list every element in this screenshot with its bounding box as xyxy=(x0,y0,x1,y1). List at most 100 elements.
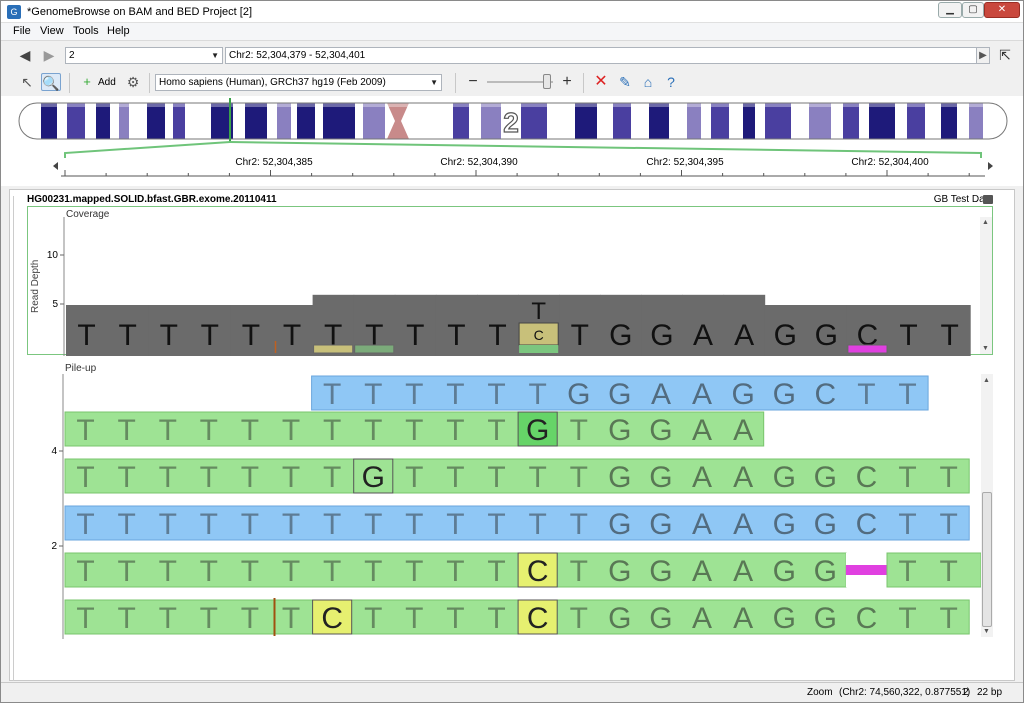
read-base: T xyxy=(241,555,259,588)
toolbar-separator xyxy=(455,73,456,93)
zoom-tool-icon[interactable]: 🔍 xyxy=(41,73,61,91)
read-base: G xyxy=(608,602,631,635)
scroll-left-icon[interactable] xyxy=(53,162,58,170)
read-base: T xyxy=(898,602,916,635)
coverage-base: T xyxy=(447,319,465,352)
home-icon[interactable]: ⌂ xyxy=(638,73,658,91)
back-arrow-icon[interactable]: ◀ xyxy=(15,46,35,64)
read-base: A xyxy=(692,602,712,635)
go-icon[interactable]: ▶ xyxy=(976,47,990,64)
maximize-button[interactable]: ▢ xyxy=(962,2,984,18)
forward-arrow-icon[interactable]: ▶ xyxy=(39,46,59,64)
read-base: T xyxy=(282,555,300,588)
coverage-base: T xyxy=(118,319,136,352)
band xyxy=(481,103,501,139)
zoom-slider-handle[interactable] xyxy=(543,74,551,89)
read-base: T xyxy=(117,508,135,541)
read-base: G xyxy=(773,378,796,411)
read-base: A xyxy=(651,378,671,411)
read-base: A xyxy=(733,602,753,635)
band xyxy=(119,103,129,139)
read-base: T xyxy=(364,414,382,447)
read-base: T xyxy=(200,602,218,635)
export-icon[interactable]: ⇱ xyxy=(995,46,1015,64)
read-base: T xyxy=(282,414,300,447)
pointer-icon[interactable]: ↖ xyxy=(17,73,37,91)
read-base: T xyxy=(487,378,505,411)
variant-bar xyxy=(519,345,559,353)
band xyxy=(453,103,469,139)
band xyxy=(323,103,355,139)
read-base: G xyxy=(814,508,837,541)
read-base: T xyxy=(159,602,177,635)
scroll-down-icon[interactable]: ▼ xyxy=(982,345,989,352)
y-tick-label: 5 xyxy=(52,299,58,310)
scroll-right-icon[interactable] xyxy=(988,162,993,170)
read-base: T xyxy=(446,508,464,541)
menu-tools[interactable]: Tools xyxy=(73,25,99,37)
read-base: T xyxy=(487,508,505,541)
scroll-down-icon[interactable]: ▼ xyxy=(983,628,990,635)
scroll-up-icon[interactable]: ▲ xyxy=(983,377,990,384)
read-base: T xyxy=(117,414,135,447)
coverage-chart[interactable]: 10 5 T T T T T T T T T T T T G G A A G G C T TTC xyxy=(28,207,994,356)
delete-icon[interactable]: ✕ xyxy=(591,73,611,91)
read-base: G xyxy=(773,461,796,494)
zoom-in-button[interactable]: + xyxy=(557,73,577,91)
genome-select[interactable]: Homo sapiens (Human), GRCh37 hg19 (Feb 2… xyxy=(155,74,442,91)
read-base: T xyxy=(487,461,505,494)
read-base: G xyxy=(814,555,837,588)
zoom-bracket-right xyxy=(229,141,982,158)
read-base: T xyxy=(528,378,546,411)
menu-view[interactable]: View xyxy=(40,25,64,37)
pileup-chart[interactable]: 4 2 T T T T T T G G A A G G C T TT T T T T T T T T T T G T G G A AT T T T… xyxy=(27,374,993,639)
read-base: T xyxy=(487,555,505,588)
ideogram-svg[interactable]: 2 Chr2: 52,304,385 Chr2: 52,304,390 Chr2… xyxy=(1,96,1023,186)
location-input[interactable]: Chr2: 52,304,379 - 52,304,401 xyxy=(225,47,977,64)
read-base: A xyxy=(733,508,753,541)
band xyxy=(575,103,597,139)
coverage-base: T xyxy=(242,319,260,352)
band xyxy=(67,103,85,139)
read-base: T xyxy=(446,555,464,588)
read-base: T xyxy=(323,508,341,541)
variant-bar xyxy=(313,344,354,354)
pileup-scrollbar[interactable]: ▲ ▼ xyxy=(981,374,993,637)
read-base: G xyxy=(773,555,796,588)
coverage-scrollbar[interactable]: ▲ ▼ xyxy=(980,217,992,354)
read-base: T xyxy=(939,602,957,635)
band xyxy=(809,103,831,139)
zoom-out-button[interactable]: − xyxy=(463,73,483,91)
minimize-button[interactable]: ▁ xyxy=(938,2,962,18)
add-label[interactable]: Add xyxy=(98,77,116,88)
edit-note-icon[interactable]: ✎ xyxy=(615,73,635,91)
coverage-base: T xyxy=(201,319,219,352)
folder-icon[interactable] xyxy=(983,195,993,204)
read-base: T xyxy=(898,508,916,541)
close-button[interactable]: ✕ xyxy=(984,2,1020,18)
band xyxy=(41,103,57,139)
ruler-tick-label: Chr2: 52,304,395 xyxy=(646,157,724,168)
title-bar: G *GenomeBrowse on BAM and BED Project [… xyxy=(1,1,1023,23)
help-icon[interactable]: ? xyxy=(661,73,681,91)
read-base: A xyxy=(692,508,712,541)
chromosome-select[interactable]: 2 ▼ xyxy=(65,47,223,64)
ideogram-panel: 2 Chr2: 52,304,385 Chr2: 52,304,390 Chr2… xyxy=(1,96,1023,186)
gear-icon[interactable]: ⚙ xyxy=(123,73,143,91)
add-icon[interactable]: + xyxy=(77,73,97,91)
read-base: T xyxy=(939,555,957,588)
menu-file[interactable]: File xyxy=(13,25,31,37)
read-base: T xyxy=(159,555,177,588)
read-base: T xyxy=(117,461,135,494)
band xyxy=(173,103,185,139)
read-base: T xyxy=(364,602,382,635)
scroll-thumb[interactable] xyxy=(982,492,992,627)
insertion-mark[interactable] xyxy=(845,565,887,575)
coverage-base: G xyxy=(609,319,632,352)
read-base: T xyxy=(364,508,382,541)
band xyxy=(613,103,631,139)
coverage-base: T xyxy=(406,319,424,352)
menu-help[interactable]: Help xyxy=(107,25,130,37)
coverage-base: A xyxy=(734,319,754,352)
scroll-up-icon[interactable]: ▲ xyxy=(982,219,989,226)
